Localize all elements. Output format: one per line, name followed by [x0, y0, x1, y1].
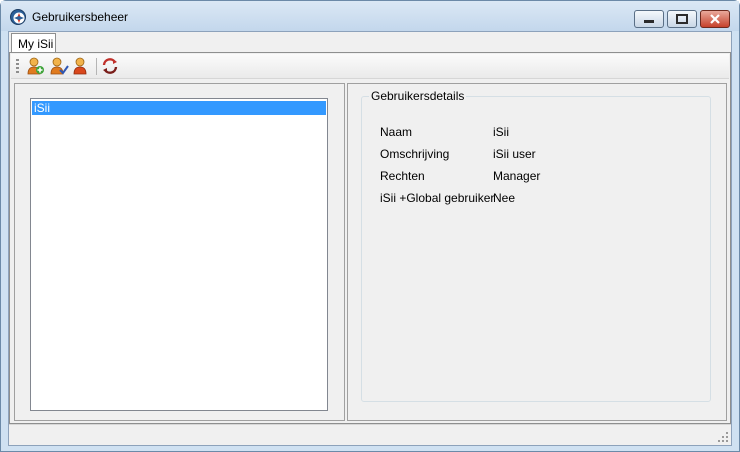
title-bar[interactable]: Gebruikersbeheer	[1, 1, 739, 31]
edit-user-icon	[50, 57, 69, 75]
user-list-pane: iSii	[14, 83, 344, 421]
list-item[interactable]: iSii	[32, 101, 326, 115]
app-window: Gebruikersbeheer My iSii iSii Gebruikers…	[0, 0, 740, 452]
edit-user-button[interactable]	[49, 56, 69, 76]
status-bar	[9, 424, 731, 445]
detail-label: Rechten	[380, 169, 425, 183]
refresh-icon	[102, 58, 118, 74]
user-listbox[interactable]: iSii	[30, 98, 328, 411]
maximize-button[interactable]	[667, 10, 697, 28]
tab-my-isii[interactable]: My iSii	[11, 33, 56, 53]
toolbar-grip[interactable]	[16, 59, 19, 74]
toolbar-separator	[96, 58, 97, 75]
add-user-icon	[27, 57, 44, 75]
details-group-title: Gebruikersdetails	[369, 89, 467, 103]
detail-label: iSii +Global gebruiker	[380, 191, 495, 205]
detail-value: iSii user	[493, 147, 536, 161]
maximize-icon	[676, 14, 688, 24]
split-container: iSii Gebruikersdetails Naam iSii Omschri…	[14, 83, 727, 421]
details-groupbox: Gebruikersdetails Naam iSii Omschrijving…	[361, 89, 711, 402]
refresh-button[interactable]	[100, 56, 120, 76]
close-icon	[710, 14, 720, 24]
app-logo-icon	[10, 9, 26, 25]
add-user-button[interactable]	[25, 56, 45, 76]
detail-label: Naam	[380, 125, 413, 139]
detail-label: Omschrijving	[380, 147, 450, 161]
window-title: Gebruikersbeheer	[32, 10, 129, 24]
close-button[interactable]	[700, 10, 730, 28]
client-area: My iSii iSii Gebruikersdetails Naam iSii…	[8, 31, 732, 446]
tab-content: iSii Gebruikersdetails Naam iSii Omschri…	[9, 52, 731, 424]
remove-user-button[interactable]	[70, 56, 90, 76]
minimize-button[interactable]	[634, 10, 664, 28]
minimize-icon	[644, 20, 654, 23]
details-pane: Gebruikersdetails Naam iSii Omschrijving…	[348, 83, 727, 421]
toolbar	[11, 54, 729, 79]
tab-label: My iSii	[18, 37, 54, 51]
detail-value: Nee	[493, 191, 516, 205]
detail-value: iSii	[493, 125, 510, 139]
remove-user-icon	[73, 57, 87, 75]
resize-grip-icon[interactable]	[717, 431, 729, 443]
detail-value: Manager	[493, 169, 541, 183]
